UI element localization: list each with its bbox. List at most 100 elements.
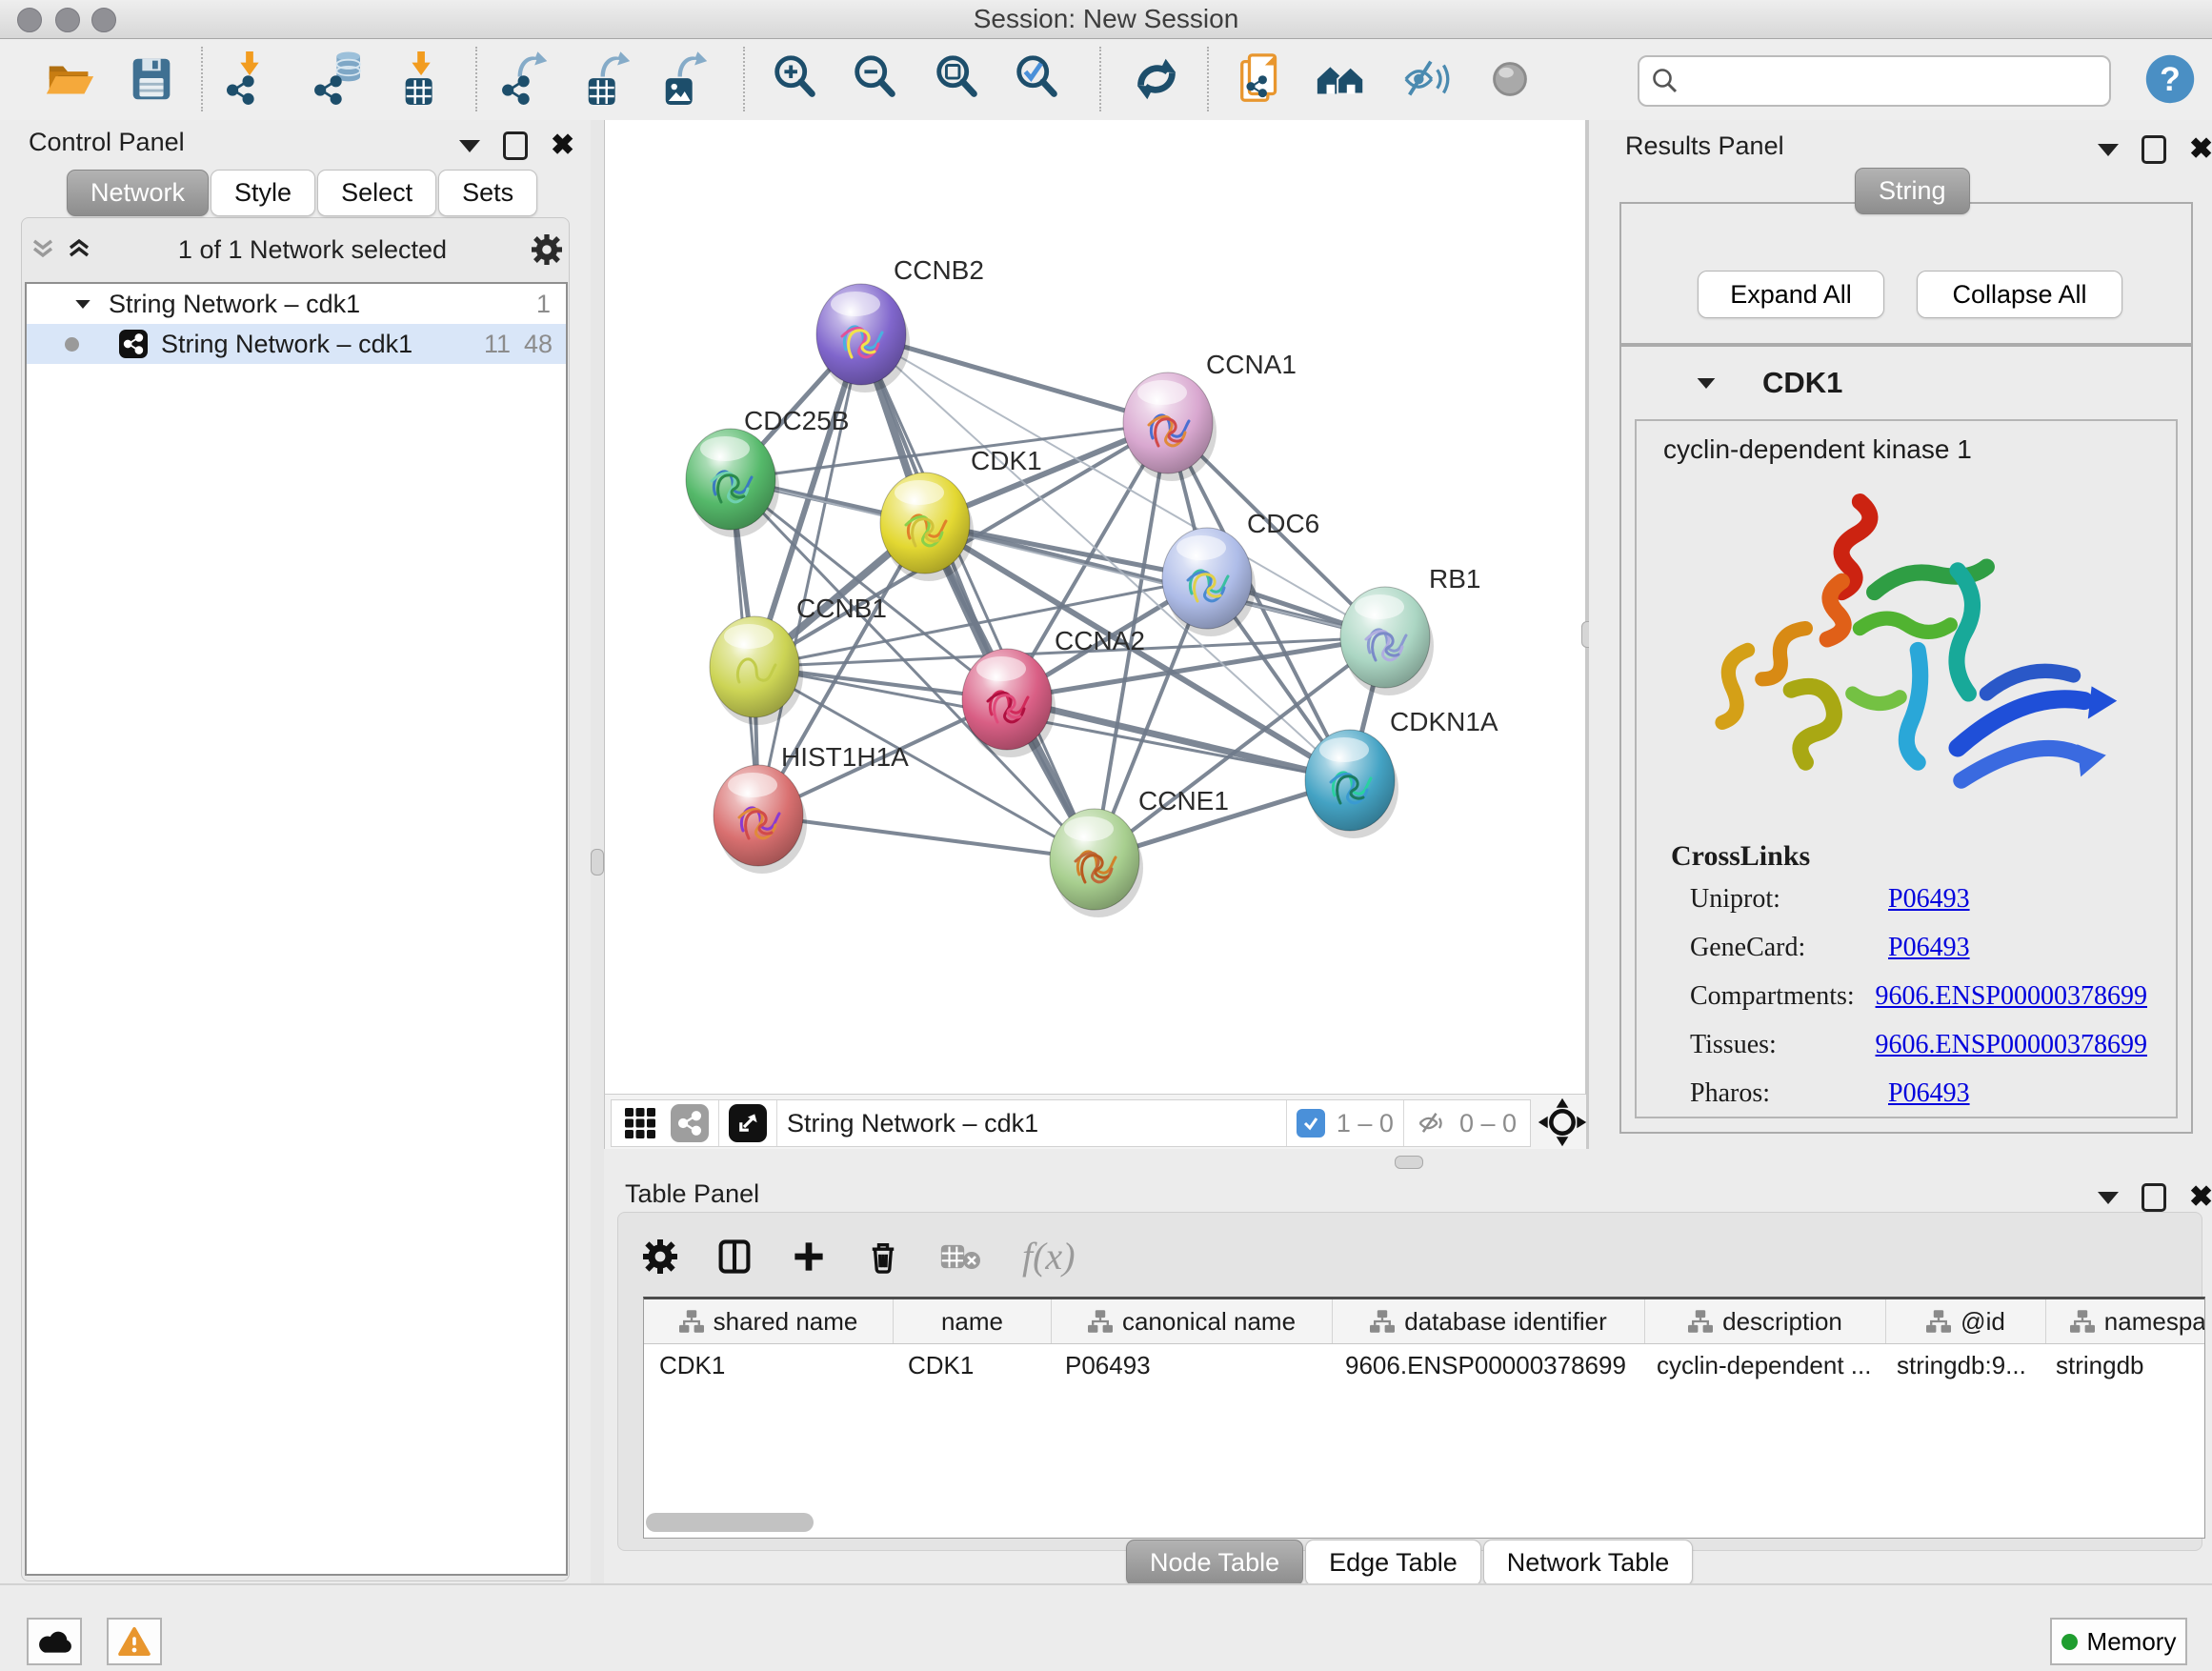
node-CDKN1A[interactable]: CDKN1A (1305, 707, 1498, 838)
export-table-button[interactable] (578, 50, 637, 109)
search-input[interactable] (1689, 60, 2098, 100)
table-panel-close-button[interactable]: ✖ (2189, 1186, 2212, 1209)
clone-network-button[interactable] (1233, 50, 1292, 109)
edge-CCNE1-HIST1H1A[interactable] (758, 815, 1095, 859)
zoom-fit-button[interactable] (929, 50, 988, 109)
table-horizontal-scrollbar[interactable] (646, 1513, 814, 1532)
tab-network[interactable]: Network (67, 170, 209, 216)
node-HIST1H1A[interactable]: HIST1H1A (714, 742, 909, 874)
node-CDC25B[interactable]: CDC25B (686, 406, 849, 537)
column-type-icon (1088, 1309, 1113, 1334)
network-share-icon[interactable] (671, 1104, 709, 1142)
collection-expand-icon[interactable] (75, 299, 90, 308)
export-image-button[interactable] (655, 50, 714, 109)
node-table[interactable]: shared namenamecanonical namedatabase id… (643, 1297, 2205, 1539)
network-canvas[interactable]: CCNB2CCNA1CDC25BCDK1CDC6RB1CCNB1CCNA2CDK… (604, 120, 1586, 1094)
left-splitter[interactable] (591, 120, 604, 1583)
node-CCNB2[interactable]: CCNB2 (816, 255, 984, 393)
network-row-selected[interactable]: String Network – cdk1 11 48 (27, 324, 566, 364)
table-row[interactable]: CDK1CDK1P064939606.ENSP00000378699cyclin… (644, 1344, 2204, 1386)
cell-canonical-name[interactable]: P06493 (1050, 1351, 1330, 1380)
expand-all-button[interactable]: Expand All (1698, 271, 1884, 318)
preview-eye-button[interactable] (1480, 50, 1539, 109)
cell-shared-name[interactable]: CDK1 (644, 1351, 893, 1380)
column-header-name[interactable]: name (894, 1299, 1052, 1343)
save-session-button[interactable] (122, 50, 181, 109)
crosslink-link[interactable]: P06493 (1888, 933, 1970, 963)
collapse-all-button[interactable]: Collapse All (1917, 271, 2122, 318)
tab-edge-table[interactable]: Edge Table (1305, 1540, 1481, 1586)
zoom-out-button[interactable] (847, 50, 906, 109)
network-collection-row[interactable]: String Network – cdk1 1 (27, 284, 566, 324)
function-builder-button[interactable]: f(x) (1022, 1234, 1076, 1278)
selected-checkbox-icon[interactable] (1297, 1109, 1325, 1137)
cell--id[interactable]: stringdb:9... (1881, 1351, 2041, 1380)
tab-select[interactable]: Select (317, 170, 436, 216)
birdseye-view-icon[interactable] (623, 1106, 657, 1140)
zoom-selected-button[interactable] (1009, 50, 1068, 109)
horizontal-splitter[interactable] (604, 1149, 2212, 1174)
cell-name[interactable]: CDK1 (893, 1351, 1050, 1380)
results-panel-float-button[interactable] (2142, 135, 2166, 164)
column-header-shared-name[interactable]: shared name (644, 1299, 894, 1343)
node-CCNB1[interactable]: CCNB1 (710, 594, 887, 725)
cell-database-identifier[interactable]: 9606.ENSP00000378699 (1330, 1351, 1641, 1380)
results-panel-menu-icon[interactable] (2098, 144, 2119, 156)
crosslink-link[interactable]: 9606.ENSP00000378699 (1876, 1030, 2147, 1060)
show-columns-icon[interactable] (717, 1239, 752, 1274)
table-gear-icon[interactable] (643, 1239, 677, 1274)
column-header-database-identifier[interactable]: database identifier (1333, 1299, 1645, 1343)
node-RB1[interactable]: RB1 (1340, 564, 1480, 695)
edge-CCNB2-CCNE1[interactable] (861, 334, 1095, 859)
horizontal-splitter-handle[interactable] (1395, 1156, 1423, 1169)
zoom-in-button[interactable] (767, 50, 826, 109)
tab-network-table[interactable]: Network Table (1483, 1540, 1694, 1586)
tab-string[interactable]: String (1855, 168, 1970, 214)
column-header-canonical-name[interactable]: canonical name (1052, 1299, 1333, 1343)
import-table-button[interactable] (393, 50, 452, 109)
crosslink-link[interactable]: P06493 (1888, 1078, 1970, 1109)
cloud-button[interactable] (27, 1618, 82, 1665)
tab-style[interactable]: Style (211, 170, 315, 216)
warning-button[interactable] (107, 1618, 162, 1665)
detach-view-icon[interactable] (729, 1104, 767, 1142)
gene-section-header[interactable]: CDK1 (1621, 347, 2191, 419)
delete-table-icon[interactable] (940, 1239, 982, 1274)
crosslink-link[interactable]: P06493 (1888, 884, 1970, 915)
delete-column-icon[interactable] (866, 1239, 900, 1274)
export-network-button[interactable] (497, 50, 556, 109)
hide-show-panels-button[interactable] (1398, 50, 1458, 109)
tab-node-table[interactable]: Node Table (1126, 1540, 1303, 1586)
help-button[interactable]: ? (2143, 52, 2197, 106)
control-panel-menu-icon[interactable] (459, 140, 480, 152)
open-session-button[interactable] (40, 50, 99, 109)
tab-sets[interactable]: Sets (438, 170, 537, 216)
hidden-eye-icon[interactable] (1414, 1107, 1450, 1139)
node-CCNA1[interactable]: CCNA1 (1123, 350, 1297, 481)
import-network-button[interactable] (220, 50, 279, 109)
cell-description[interactable]: cyclin-dependent ... (1641, 1351, 1881, 1380)
column-header-description[interactable]: description (1645, 1299, 1886, 1343)
column-header--id[interactable]: @id (1886, 1299, 2046, 1343)
control-panel-close-button[interactable]: ✖ (551, 134, 574, 157)
expand-all-icon[interactable] (65, 235, 93, 264)
import-network-from-database-button[interactable] (310, 50, 369, 109)
control-panel-float-button[interactable] (503, 131, 528, 160)
add-column-icon[interactable] (792, 1239, 826, 1274)
pan-crosshair-icon[interactable] (1537, 1097, 1588, 1148)
collapse-all-icon[interactable] (29, 235, 57, 264)
refresh-layout-button[interactable] (1127, 50, 1186, 109)
left-splitter-handle[interactable] (591, 849, 604, 876)
home-button[interactable] (1312, 50, 1371, 109)
gene-collapse-icon[interactable] (1698, 377, 1716, 388)
node-CCNE1[interactable]: CCNE1 (1050, 786, 1229, 917)
edge-CCNA2-CDKN1A[interactable] (1007, 699, 1350, 780)
column-header-namespace[interactable]: namespace (2046, 1299, 2205, 1343)
results-panel-close-button[interactable]: ✖ (2189, 138, 2212, 161)
network-list-gear-icon[interactable] (532, 234, 562, 265)
table-panel-float-button[interactable] (2142, 1183, 2166, 1212)
cell-namespace[interactable]: stringdb (2041, 1351, 2205, 1380)
memory-button[interactable]: Memory (2050, 1618, 2187, 1665)
crosslink-link[interactable]: 9606.ENSP00000378699 (1876, 981, 2147, 1012)
table-panel-menu-icon[interactable] (2098, 1192, 2119, 1204)
